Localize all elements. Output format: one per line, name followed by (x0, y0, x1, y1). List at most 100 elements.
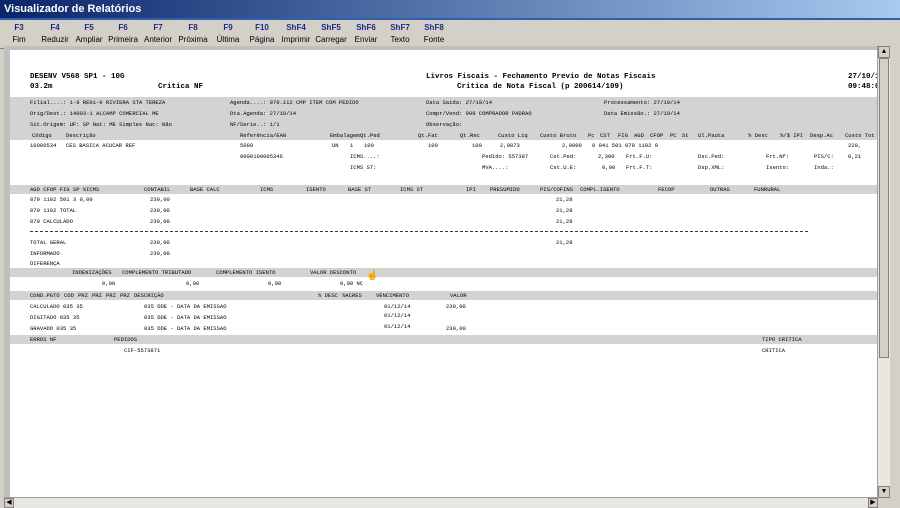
col-ul-pauta: Ul.Pauta (698, 132, 725, 139)
button-label: Fonte (423, 35, 445, 44)
label-frt-nf: Frt.Nf: (766, 153, 790, 160)
compl-tributado-value: 0,00 (186, 280, 200, 287)
value-cst-ue: 0,00 (602, 164, 616, 171)
fiscal-row-contabil: 230,00 (150, 196, 170, 203)
toolbar-button-ampliar[interactable]: F5 Ampliar (72, 22, 106, 46)
col-agd: AGD (634, 132, 644, 139)
label-pis-c: PIS/C: (814, 153, 834, 160)
info-filial: Filial....: 1-9 RE01-9 RIVIERA STA TEREZ… (30, 99, 166, 106)
report-viewport[interactable]: DESENV V568 SP1 - 10G 03.2m Critica NF L… (4, 46, 878, 498)
col-codigo: Código (32, 132, 52, 139)
label-frt-fu: Frt.F.U: (626, 153, 653, 160)
fiscal-col-presumido: PRESUMIDO (490, 186, 520, 193)
toolbar-button-reduzir[interactable]: F4 Reduzir (38, 22, 72, 46)
horizontal-scrollbar[interactable]: ◀ ▶ (4, 497, 878, 508)
toolbar-button-imprimir[interactable]: ShF4 Imprimir (279, 22, 313, 46)
error-pedido: CIF-5573871 (124, 347, 161, 354)
item-descricao: CES BASICA ACUCAR REF (66, 142, 136, 149)
fiscal-header-band (10, 185, 878, 194)
toolbar-button-ultima[interactable]: F9 Última (211, 22, 245, 46)
fiscal-col-isento: ISENTO (306, 186, 326, 193)
cond-row-label: CALCULADO 035 35 (30, 303, 83, 310)
col-ipi: %/$ IPI (780, 132, 804, 139)
col-qt-fat: Qt.Fat (418, 132, 438, 139)
fiscal-row-pis: 21,28 (556, 207, 573, 214)
fiscal-row-label: 079 1102 TOTAL (30, 207, 77, 214)
report-system: DESENV V568 SP1 - 10G (30, 73, 125, 81)
fiscal-col-funrural: FUNRURAL (754, 186, 781, 193)
item-qt-fat: 100 (428, 142, 438, 149)
scroll-down-arrow-icon[interactable]: ▼ (878, 486, 890, 498)
fiscal-row-pis: 21,28 (556, 196, 573, 203)
label-pedido: Pedido: 557387 (482, 153, 529, 160)
toolbar-button-pagina[interactable]: F10 Página (245, 22, 279, 46)
fiscal-row-contabil: 230,00 (150, 218, 170, 225)
toolbar-button-enviar[interactable]: ShF6 Enviar (349, 22, 383, 46)
info-sit-origem: Sit.Origem: UF: SP Nat: ME Simples Nac: … (30, 121, 172, 128)
col-desp-ac: Desp.Ac (810, 132, 834, 139)
info-orig-dest: Orig/Dest.: 14003-1 ALCAMP COMERCIAL ME (30, 110, 159, 117)
toolbar-button-proxima[interactable]: F8 Próxima (176, 22, 210, 46)
window-title: Visualizador de Relatórios (4, 3, 142, 15)
button-label: Imprimir (281, 35, 311, 44)
info-dta-agenda: Dta.Agenda: 27/10/14 (230, 110, 297, 117)
vertical-scrollbar[interactable]: ▲ ▼ (877, 46, 890, 498)
scroll-left-arrow-icon[interactable]: ◀ (4, 498, 14, 508)
scroll-thumb[interactable] (879, 58, 889, 358)
scroll-right-arrow-icon[interactable]: ▶ (868, 498, 878, 508)
toolbar-button-fonte[interactable]: ShF8 Fonte (417, 22, 451, 46)
col-erros-nf: ERROS NF (30, 336, 57, 343)
label-frt-ft: Frt.F.T: (626, 164, 653, 171)
indeniz-value: 0,00 (102, 280, 116, 287)
cond-row-vencimento: 01/12/14 (384, 323, 411, 330)
report-page: DESENV V568 SP1 - 10G 03.2m Critica NF L… (10, 50, 878, 498)
toolbar-button-carregar[interactable]: ShF5 Carregar (313, 22, 349, 46)
key-label: F4 (50, 23, 60, 32)
key-label: F3 (14, 23, 24, 32)
item-custo-liq: 2,0873 (500, 142, 520, 149)
button-label: Carregar (315, 35, 347, 44)
label-isento: Isento: (766, 164, 790, 171)
col-descricao: DESCRIÇÃO (134, 292, 164, 299)
button-label: Próxima (178, 35, 208, 44)
fiscal-row-contabil: 230,00 (150, 207, 170, 214)
report-subtitle: Critica de Nota Fiscal (p 200614/109) (457, 83, 624, 91)
info-observacao: Observação: (426, 121, 463, 128)
cond-row-vencimento: 01/12/14 (384, 312, 411, 319)
label-inda: Inda.: (814, 164, 834, 171)
total-row-pis: 21,28 (556, 239, 573, 246)
col-cfop: CFOP (650, 132, 664, 139)
cond-row-valor: 230,00 (446, 303, 466, 310)
col-prz3: PRZ (106, 292, 116, 299)
compl-isento-value: 0,00 (268, 280, 282, 287)
fiscal-col-outras: OUTRAS (710, 186, 730, 193)
fiscal-col-base-st: BASE ST (348, 186, 372, 193)
toolbar-button-texto[interactable]: ShF7 Texto (383, 22, 417, 46)
fiscal-col-pis-cofins: PIS/COFINS (540, 186, 574, 193)
total-row-contabil: 230,00 (150, 239, 170, 246)
col-st: St (682, 132, 689, 139)
cond-row-label: GRAVADO 035 35 (30, 325, 77, 332)
toolbar-button-primeira[interactable]: F6 Primeira (106, 22, 140, 46)
fiscal-col-icms-st: ICMS ST (400, 186, 424, 193)
info-agenda: Agenda....: 079.112 CMP ITEM COM PEDIDO (230, 99, 359, 106)
errors-header-band (10, 335, 878, 344)
col-qt-ped: Qt.Ped (360, 132, 380, 139)
col-embalagem: Embalagem (330, 132, 360, 139)
fiscal-col-base-calc: BASE CALC (190, 186, 220, 193)
key-label: F5 (84, 23, 94, 32)
scroll-up-arrow-icon[interactable]: ▲ (878, 46, 890, 58)
toolbar-button-fim[interactable]: F3 Fim (2, 22, 36, 46)
hand-cursor-icon: ☝ (366, 270, 379, 281)
label-mva: MVA....: (482, 164, 509, 171)
info-nf-serie: NF/Serie..: 1/1 (230, 121, 280, 128)
key-label: F9 (223, 23, 233, 32)
item-custo-bruto: 2,0000 (562, 142, 582, 149)
total-row-label: DIFERENÇA (30, 260, 60, 267)
button-label: Texto (390, 35, 410, 44)
report-time: 09:48:0 (848, 83, 878, 91)
report-version: 03.2m (30, 83, 53, 91)
button-label: Primeira (108, 35, 138, 44)
toolbar-button-anterior[interactable]: F7 Anterior (141, 22, 175, 46)
key-label: F10 (255, 23, 269, 32)
